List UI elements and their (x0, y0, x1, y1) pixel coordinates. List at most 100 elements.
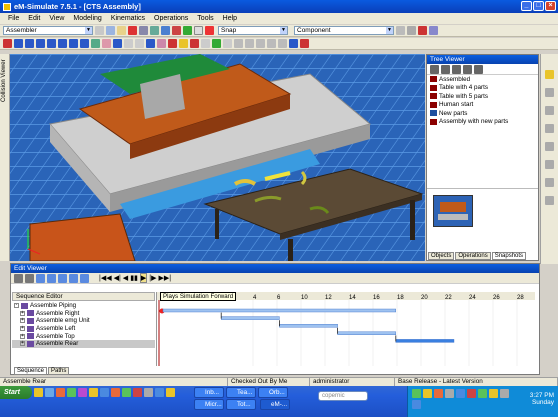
gantt-bar[interactable] (395, 339, 455, 343)
snapshot-tool-icon[interactable] (430, 64, 439, 74)
taskbar-item[interactable]: Tea... (226, 387, 256, 398)
clock[interactable]: 3:27 PM Sunday (530, 392, 554, 406)
paste-icon[interactable] (117, 26, 126, 35)
quicklaunch-icon[interactable] (89, 388, 98, 397)
tool-icon[interactable] (14, 39, 23, 48)
tool-icon[interactable] (113, 39, 122, 48)
tab-objects[interactable]: Objects (428, 252, 455, 260)
tool-icon[interactable] (146, 39, 155, 48)
tool-icon[interactable] (36, 39, 45, 48)
menu-operations[interactable]: Operations (154, 15, 188, 22)
tool-icon[interactable] (102, 39, 111, 48)
tray-icon[interactable] (478, 389, 487, 398)
menu-tools[interactable]: Tools (197, 15, 213, 22)
sequence-item[interactable]: + Assemble Top (12, 332, 155, 340)
tool-icon[interactable] (135, 39, 144, 48)
fit-icon[interactable] (183, 26, 192, 35)
taskbar-item[interactable]: Orb... (258, 387, 288, 398)
tab-paths[interactable]: Paths (48, 367, 70, 375)
tray-icon[interactable] (412, 389, 421, 398)
menu-edit[interactable]: Edit (28, 15, 40, 22)
pause-icon[interactable]: ▮▮ (130, 274, 138, 282)
gantt-bar[interactable] (337, 331, 397, 335)
tab-operations[interactable]: Operations (455, 252, 491, 260)
tool-icon[interactable] (201, 39, 210, 48)
tab-snapshots[interactable]: Snapshots (491, 252, 527, 260)
tool-icon[interactable] (234, 39, 243, 48)
step-forward-icon[interactable]: |▶ (149, 274, 156, 282)
tool-icon[interactable] (278, 39, 287, 48)
rewind-icon[interactable]: |◀◀ (99, 274, 112, 282)
step-back-icon[interactable]: ◀| (114, 274, 121, 282)
search-input[interactable]: copernic (318, 391, 368, 401)
tool-icon[interactable] (545, 160, 554, 169)
zoom-fit-icon[interactable] (58, 273, 67, 283)
taskbar-item[interactable]: Inb... (194, 387, 224, 398)
snapshot-item[interactable]: Table with 5 parts (427, 92, 538, 101)
tray-icon[interactable] (412, 400, 421, 409)
tray-icon[interactable] (434, 389, 443, 398)
cut-icon[interactable] (95, 26, 104, 35)
menu-modeling[interactable]: Modeling (73, 15, 101, 22)
play-back-icon[interactable]: ◀ (123, 274, 128, 282)
snapshot-tool-icon[interactable] (474, 64, 483, 74)
menu-file[interactable]: File (8, 15, 19, 22)
tool-icon[interactable] (69, 39, 78, 48)
component-combo[interactable]: Component ▼ (294, 26, 394, 35)
3d-viewport[interactable] (10, 54, 425, 261)
fast-forward-icon[interactable]: ▶▶| (159, 274, 172, 282)
quicklaunch-icon[interactable] (100, 388, 109, 397)
quicklaunch-icon[interactable] (56, 388, 65, 397)
tool-icon[interactable] (223, 39, 232, 48)
tool-icon[interactable] (179, 39, 188, 48)
tool-icon[interactable] (418, 26, 427, 35)
tool-icon[interactable] (407, 26, 416, 35)
tool-icon[interactable] (545, 124, 554, 133)
tray-icon[interactable] (467, 389, 476, 398)
sequence-root[interactable]: - Assemble Piping (12, 302, 155, 310)
rotate-icon[interactable] (161, 26, 170, 35)
tray-icon[interactable] (489, 389, 498, 398)
tool-icon[interactable] (545, 70, 554, 79)
record-icon[interactable] (205, 26, 214, 35)
tool-icon[interactable] (58, 39, 67, 48)
zoom-icon[interactable] (80, 273, 89, 283)
tool-icon[interactable] (256, 39, 265, 48)
quicklaunch-icon[interactable] (155, 388, 164, 397)
tool-icon[interactable] (545, 178, 554, 187)
collision-viewer-strip[interactable]: Collision Viewer (0, 54, 10, 261)
snap-combo[interactable]: Snap ▼ (218, 26, 288, 35)
sequence-item[interactable]: + Assemble emg Unit (12, 317, 155, 325)
play-forward-icon[interactable]: ▶ (139, 273, 148, 283)
menu-kinematics[interactable]: Kinematics (111, 15, 145, 22)
menu-view[interactable]: View (49, 15, 64, 22)
zoom-out-icon[interactable] (47, 273, 56, 283)
quicklaunch-icon[interactable] (133, 388, 142, 397)
delete-icon[interactable] (128, 26, 137, 35)
tray-icon[interactable] (445, 389, 454, 398)
tool-icon[interactable] (91, 39, 100, 48)
link-icon[interactable] (14, 273, 23, 283)
tool-icon[interactable] (245, 39, 254, 48)
minimize-button[interactable]: _ (521, 1, 532, 11)
zoom-in-icon[interactable] (36, 273, 45, 283)
tray-icon[interactable] (456, 389, 465, 398)
zoom-icon[interactable] (69, 273, 78, 283)
tool-icon[interactable] (545, 196, 554, 205)
sequence-item-selected[interactable]: + Assemble Rear (12, 339, 155, 348)
quicklaunch-icon[interactable] (122, 388, 131, 397)
quicklaunch-icon[interactable] (45, 388, 54, 397)
quicklaunch-icon[interactable] (166, 388, 175, 397)
snapshot-tool-icon[interactable] (441, 64, 450, 74)
quicklaunch-icon[interactable] (67, 388, 76, 397)
taskbar-item[interactable]: Micr... (194, 399, 224, 410)
sequence-item[interactable]: + Assemble Right (12, 310, 155, 318)
tool-icon[interactable] (289, 39, 298, 48)
mode-combo[interactable]: Assembler ▼ (3, 26, 93, 35)
tool-icon[interactable] (157, 39, 166, 48)
taskbar-item[interactable]: Tot... (226, 399, 256, 410)
select-icon[interactable] (139, 26, 148, 35)
quicklaunch-icon[interactable] (34, 388, 43, 397)
tool-icon[interactable] (300, 39, 309, 48)
snapshot-item[interactable]: Assembled (427, 75, 538, 84)
